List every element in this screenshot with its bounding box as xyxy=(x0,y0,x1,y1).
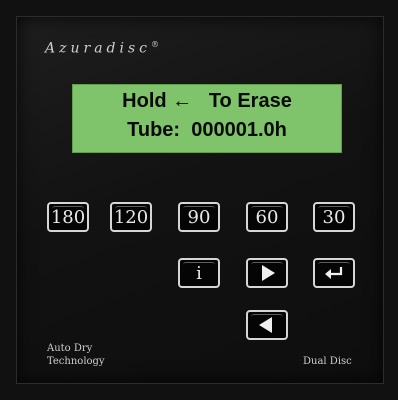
key-180[interactable]: 180 xyxy=(47,202,89,232)
registered-mark: ® xyxy=(151,40,160,49)
auto-dry-line-1: Auto Dry xyxy=(47,343,93,354)
auto-dry-label: Auto Dry Technology xyxy=(47,342,105,368)
enter-icon xyxy=(323,265,345,281)
control-panel xyxy=(16,16,384,384)
display-line-2: Tube: 000001.0h xyxy=(127,119,287,141)
left-button[interactable] xyxy=(246,310,288,340)
right-button[interactable] xyxy=(246,258,288,288)
brand-logo: Azuradisc® xyxy=(45,40,159,57)
device-frame: Azuradisc® Hold ← To Erase Tube: 000001.… xyxy=(0,0,398,400)
info-button[interactable]: i xyxy=(178,258,220,288)
auto-dry-line-2: Technology xyxy=(47,356,105,367)
key-90[interactable]: 90 xyxy=(178,202,220,232)
left-arrow-icon xyxy=(259,317,272,333)
lcd-display: Hold ← To Erase Tube: 000001.0h xyxy=(72,84,342,153)
key-120[interactable]: 120 xyxy=(110,202,152,232)
brand-name: Azuradisc xyxy=(45,40,152,57)
enter-button[interactable] xyxy=(313,258,355,288)
key-30[interactable]: 30 xyxy=(313,202,355,232)
display-line-1: Hold ← To Erase xyxy=(122,90,292,112)
dual-disc-label: Dual Disc xyxy=(303,356,352,367)
key-60[interactable]: 60 xyxy=(246,202,288,232)
right-arrow-icon xyxy=(262,265,275,281)
